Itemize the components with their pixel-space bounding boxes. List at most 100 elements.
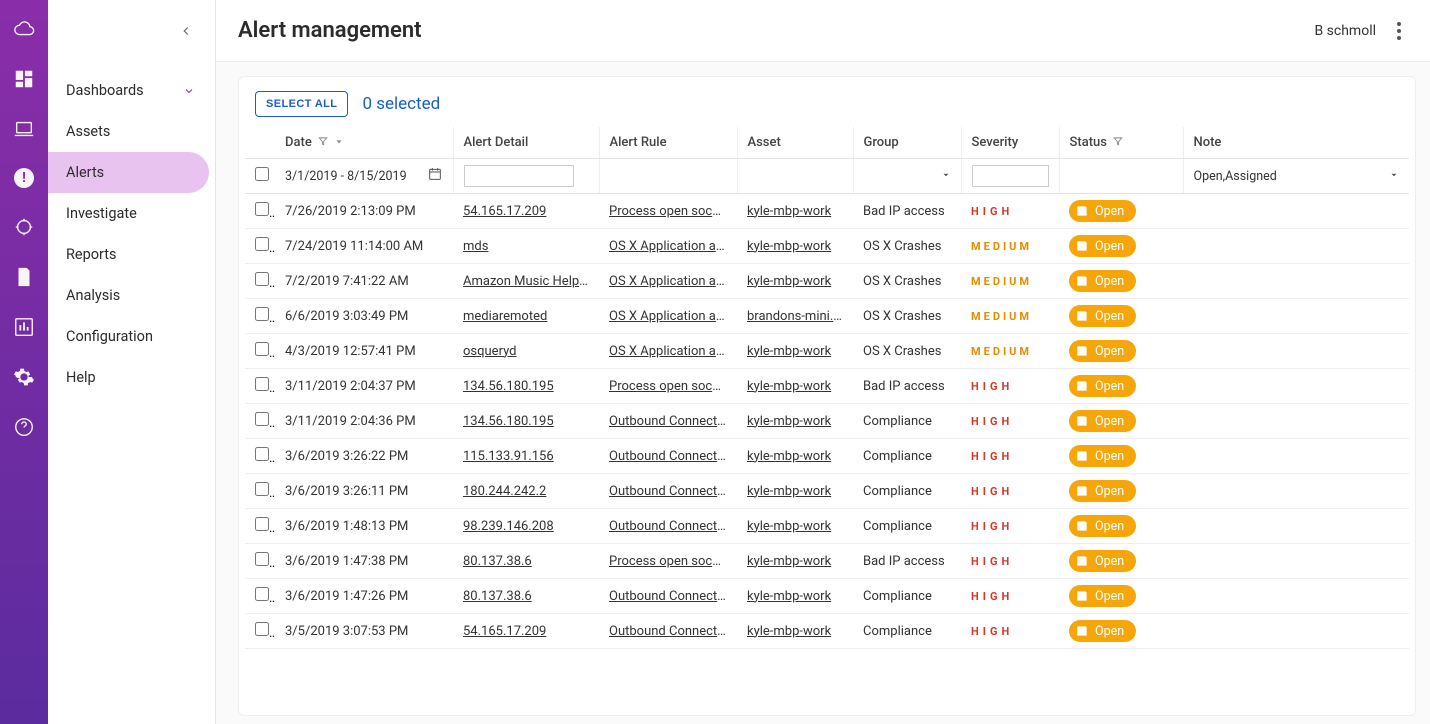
alert-detail-link[interactable]: 180.244.242.2 (463, 484, 546, 499)
select-all-button[interactable]: SELECT ALL (255, 91, 348, 117)
alert-rule-link[interactable]: Outbound Connection (609, 414, 735, 429)
alert-rule-link[interactable]: OS X Application and (609, 344, 730, 359)
row-checkbox[interactable] (255, 377, 269, 391)
alert-rule-link[interactable]: Process open sockets (609, 554, 737, 569)
alert-detail-link[interactable]: osqueryd (463, 344, 517, 359)
status-pill[interactable]: Open (1069, 585, 1136, 607)
alert-rule-link[interactable]: Outbound Connection (609, 624, 735, 639)
target-icon[interactable] (13, 216, 35, 238)
status-pill[interactable]: Open (1069, 445, 1136, 467)
asset-link[interactable]: kyle-mbp-work (747, 449, 831, 464)
col-header-status[interactable]: Status (1059, 127, 1183, 159)
col-header-rule[interactable]: Alert Rule (599, 127, 737, 159)
row-checkbox[interactable] (255, 622, 269, 636)
row-checkbox[interactable] (255, 587, 269, 601)
sidebar-item-dashboards[interactable]: Dashboards (48, 70, 215, 111)
alert-detail-link[interactable]: 115.133.91.156 (463, 449, 554, 464)
asset-link[interactable]: brandons-mini.fios (747, 309, 853, 324)
row-checkbox[interactable] (255, 272, 269, 286)
status-pill[interactable]: Open (1069, 410, 1136, 432)
alert-detail-link[interactable]: 134.56.180.195 (463, 414, 554, 429)
alert-rule-link[interactable]: Outbound Connection (609, 449, 735, 464)
row-checkbox[interactable] (255, 517, 269, 531)
status-pill[interactable]: Open (1069, 200, 1136, 222)
status-pill[interactable]: Open (1069, 305, 1136, 327)
alert-rule-link[interactable]: Process open sockets (609, 379, 737, 394)
status-filter-dropdown[interactable]: Open,Assigned (1194, 169, 1400, 184)
alert-icon[interactable]: ! (14, 168, 34, 188)
alert-detail-link[interactable]: mds (463, 239, 488, 254)
sidebar-item-help[interactable]: Help (48, 357, 215, 398)
status-pill[interactable]: Open (1069, 550, 1136, 572)
status-pill[interactable]: Open (1069, 620, 1136, 642)
row-checkbox[interactable] (255, 412, 269, 426)
group-filter-dropdown[interactable] (941, 169, 951, 184)
asset-link[interactable]: kyle-mbp-work (747, 414, 831, 429)
status-pill[interactable]: Open (1069, 480, 1136, 502)
dashboard-icon[interactable] (13, 68, 35, 90)
asset-link[interactable]: kyle-mbp-work (747, 554, 831, 569)
alert-rule-link[interactable]: OS X Application and (609, 309, 730, 324)
row-checkbox[interactable] (255, 447, 269, 461)
alert-rule-link[interactable]: Process open sockets (609, 204, 737, 219)
asset-link[interactable]: kyle-mbp-work (747, 519, 831, 534)
asset-link[interactable]: kyle-mbp-work (747, 484, 831, 499)
kebab-menu-button[interactable] (1390, 22, 1408, 40)
row-checkbox[interactable] (255, 202, 269, 216)
sidebar-item-analysis[interactable]: Analysis (48, 275, 215, 316)
user-name[interactable]: B schmoll (1314, 23, 1376, 39)
alert-rule-link[interactable]: OS X Application and (609, 274, 730, 289)
gear-icon[interactable] (13, 366, 35, 388)
status-pill[interactable]: Open (1069, 375, 1136, 397)
help-icon[interactable] (13, 416, 35, 438)
asset-link[interactable]: kyle-mbp-work (747, 204, 831, 219)
date-range-filter[interactable]: 3/1/2019 - 8/15/2019 (285, 166, 443, 186)
file-icon[interactable] (13, 266, 35, 288)
laptop-icon[interactable] (13, 118, 35, 140)
asset-link[interactable]: kyle-mbp-work (747, 274, 831, 289)
sidebar-item-reports[interactable]: Reports (48, 234, 215, 275)
alert-detail-link[interactable]: 80.137.38.6 (463, 554, 532, 569)
sidebar-item-assets[interactable]: Assets (48, 111, 215, 152)
row-checkbox[interactable] (255, 342, 269, 356)
alert-detail-link[interactable]: 80.137.38.6 (463, 589, 532, 604)
alert-detail-link[interactable]: 134.56.180.195 (463, 379, 554, 394)
alert-detail-link[interactable]: 98.239.146.208 (463, 519, 554, 534)
sidebar-item-configuration[interactable]: Configuration (48, 316, 215, 357)
col-header-note[interactable]: Note (1183, 127, 1409, 159)
status-pill[interactable]: Open (1069, 270, 1136, 292)
col-header-group[interactable]: Group (853, 127, 961, 159)
status-pill[interactable]: Open (1069, 340, 1136, 362)
alert-detail-link[interactable]: 54.165.17.209 (463, 204, 546, 219)
col-header-detail[interactable]: Alert Detail (453, 127, 599, 159)
alert-rule-link[interactable]: OS X Application and (609, 239, 730, 254)
row-checkbox[interactable] (255, 482, 269, 496)
select-all-checkbox[interactable] (255, 167, 269, 181)
col-header-asset[interactable]: Asset (737, 127, 853, 159)
sidebar-item-investigate[interactable]: Investigate (48, 193, 215, 234)
detail-filter-input[interactable] (464, 165, 574, 187)
alert-rule-link[interactable]: Outbound Connection (609, 484, 735, 499)
asset-link[interactable]: kyle-mbp-work (747, 589, 831, 604)
row-checkbox[interactable] (255, 237, 269, 251)
asset-link[interactable]: kyle-mbp-work (747, 379, 831, 394)
alert-detail-link[interactable]: mediaremoted (463, 309, 547, 324)
severity-filter-input[interactable] (972, 165, 1049, 187)
chart-icon[interactable] (13, 316, 35, 338)
row-checkbox[interactable] (255, 552, 269, 566)
sidebar-item-alerts[interactable]: Alerts (48, 152, 209, 193)
alert-rule-link[interactable]: Outbound Connection (609, 589, 735, 604)
row-checkbox[interactable] (255, 307, 269, 321)
col-header-date[interactable]: Date (275, 127, 453, 159)
asset-link[interactable]: kyle-mbp-work (747, 344, 831, 359)
alert-detail-link[interactable]: 54.165.17.209 (463, 624, 546, 639)
status-pill[interactable]: Open (1069, 515, 1136, 537)
col-header-severity[interactable]: Severity (961, 127, 1059, 159)
status-pill[interactable]: Open (1069, 235, 1136, 257)
alert-rule-link[interactable]: Outbound Connection (609, 519, 735, 534)
asset-link[interactable]: kyle-mbp-work (747, 239, 831, 254)
collapse-sidebar-button[interactable] (179, 24, 197, 42)
cloud-icon[interactable] (13, 18, 35, 40)
asset-link[interactable]: kyle-mbp-work (747, 624, 831, 639)
alert-detail-link[interactable]: Amazon Music Helper (463, 274, 590, 289)
